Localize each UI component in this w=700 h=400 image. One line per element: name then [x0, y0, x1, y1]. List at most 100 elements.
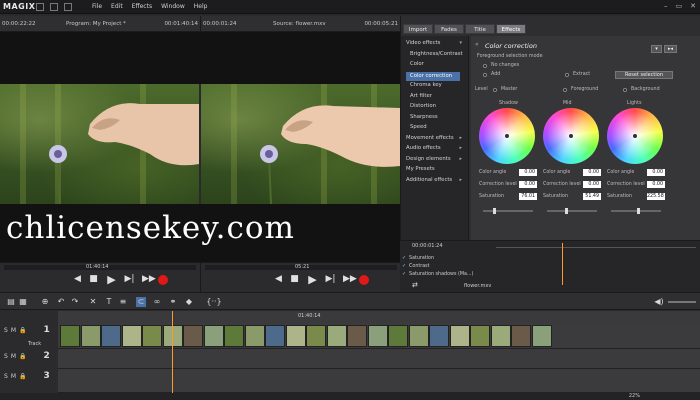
- clip-thumbnail[interactable]: [511, 325, 531, 347]
- value-field[interactable]: 51.49: [583, 193, 601, 200]
- program-video[interactable]: [0, 84, 199, 204]
- effects-item[interactable]: Audio effects: [406, 145, 441, 151]
- text-icon[interactable]: T: [104, 297, 114, 307]
- radio-extract[interactable]: [565, 73, 569, 77]
- expand-button[interactable]: ▸◂: [664, 45, 677, 53]
- clip-thumbnail[interactable]: [408, 325, 429, 347]
- clip-thumbnail[interactable]: [265, 325, 285, 347]
- source-stop-icon[interactable]: ■: [289, 274, 300, 285]
- keyframe-row[interactable]: ✓ Saturation: [402, 254, 497, 262]
- solo-button[interactable]: S: [4, 373, 8, 380]
- menu-effects[interactable]: Effects: [132, 3, 152, 10]
- keyframe-nav-icon[interactable]: ⇄: [412, 281, 418, 289]
- slider-thumb[interactable]: [493, 208, 496, 214]
- tab-title[interactable]: Title: [465, 24, 495, 34]
- clip-thumbnail[interactable]: [449, 325, 470, 347]
- clip-thumbnail[interactable]: [203, 325, 224, 347]
- value-field[interactable]: 0.00: [519, 169, 537, 176]
- tab-import[interactable]: Import: [403, 24, 433, 34]
- effects-item[interactable]: Sharpness: [410, 114, 438, 120]
- effects-item[interactable]: Color: [410, 61, 424, 67]
- effects-item[interactable]: Additional effects: [406, 177, 452, 183]
- saturation-slider[interactable]: [547, 208, 597, 214]
- effects-item[interactable]: Chroma key: [410, 82, 442, 88]
- mute-button[interactable]: M: [11, 373, 16, 380]
- value-field[interactable]: 0.00: [583, 169, 601, 176]
- effects-item[interactable]: Color correction: [406, 71, 460, 81]
- effects-item[interactable]: Design elements: [406, 156, 451, 162]
- maximize-button[interactable]: ▭: [676, 2, 683, 10]
- collapse-button[interactable]: ▾: [651, 45, 662, 53]
- saturation-slider[interactable]: [611, 208, 661, 214]
- lock-icon[interactable]: 🔒: [19, 327, 26, 334]
- clip-thumbnail[interactable]: [326, 325, 347, 347]
- clip-thumbnail[interactable]: [306, 325, 326, 347]
- clip-thumbnail[interactable]: [285, 325, 306, 347]
- effects-item[interactable]: Video effects: [406, 40, 440, 46]
- source-prev-frame-icon[interactable]: ◀: [273, 274, 284, 285]
- lock-icon[interactable]: 🔒: [19, 353, 26, 360]
- clip-thumbnail[interactable]: [60, 325, 80, 347]
- timeline-mode-icon[interactable]: ▦: [18, 297, 28, 307]
- clip-thumbnail[interactable]: [101, 325, 121, 347]
- back-arrow-icon[interactable]: «: [475, 41, 479, 48]
- link-icon[interactable]: ∞: [152, 297, 162, 307]
- color-wheel[interactable]: [479, 108, 535, 164]
- value-field[interactable]: 225.58: [647, 193, 665, 200]
- saturation-slider[interactable]: [483, 208, 533, 214]
- expand-arrow-icon[interactable]: ▾: [459, 40, 462, 46]
- menu-edit[interactable]: Edit: [111, 3, 123, 10]
- clip-thumbnail[interactable]: [347, 325, 367, 347]
- snap-icon[interactable]: ⊂: [136, 297, 146, 307]
- close-button[interactable]: ✕: [690, 2, 696, 10]
- slider-thumb[interactable]: [565, 208, 568, 214]
- slider-thumb[interactable]: [637, 208, 640, 214]
- wheel-handle[interactable]: [633, 134, 637, 138]
- track-3[interactable]: [58, 369, 700, 393]
- volume-icon[interactable]: ◀): [654, 297, 664, 307]
- effects-item[interactable]: My Presets: [406, 166, 435, 172]
- storyboard-mode-icon[interactable]: ▤: [6, 297, 16, 307]
- clip-thumbnail[interactable]: [244, 325, 265, 347]
- timeline-ruler[interactable]: 01:40:14: [58, 311, 700, 323]
- source-video[interactable]: [201, 84, 400, 204]
- value-field[interactable]: 0.00: [647, 181, 665, 188]
- cut-icon[interactable]: ≡: [118, 297, 128, 307]
- menu-window[interactable]: Window: [161, 3, 185, 10]
- mute-button[interactable]: M: [11, 353, 16, 360]
- clip-thumbnail[interactable]: [490, 325, 511, 347]
- radio-no-changes[interactable]: [483, 64, 487, 68]
- clip-thumbnail[interactable]: [142, 325, 162, 347]
- color-wheel[interactable]: [543, 108, 599, 164]
- expand-arrow-icon[interactable]: ▸: [459, 177, 462, 183]
- value-field[interactable]: 0.00: [519, 181, 537, 188]
- effects-item[interactable]: Art filter: [410, 93, 432, 99]
- value-field[interactable]: 0.00: [583, 181, 601, 188]
- marker-icon[interactable]: ◆: [184, 297, 194, 307]
- keyframe-row[interactable]: ✓ Contrast: [402, 262, 497, 270]
- keyframe-row[interactable]: ✓ Saturation shadows (Ma...): [402, 270, 497, 278]
- effects-item[interactable]: Distortion: [410, 103, 436, 109]
- mute-button[interactable]: M: [11, 327, 16, 334]
- save-project-icon[interactable]: [64, 3, 72, 11]
- track-2[interactable]: [58, 349, 700, 369]
- chain-icon[interactable]: ⚭: [168, 297, 178, 307]
- menu-help[interactable]: Help: [194, 3, 208, 10]
- clip-thumbnail[interactable]: [429, 325, 449, 347]
- clip-thumbnail[interactable]: [183, 325, 203, 347]
- record-button[interactable]: [158, 275, 169, 286]
- effects-item[interactable]: Movement effects: [406, 135, 454, 141]
- effects-item[interactable]: Speed: [410, 124, 427, 130]
- expand-arrow-icon[interactable]: ▸: [459, 156, 462, 162]
- value-field[interactable]: 0.00: [647, 169, 665, 176]
- source-next-frame-icon[interactable]: ▶|: [325, 274, 336, 285]
- effects-item[interactable]: Brightness/Contrast: [410, 51, 463, 57]
- menu-file[interactable]: File: [92, 3, 102, 10]
- source-record-button[interactable]: [359, 275, 370, 286]
- delete-icon[interactable]: ✕: [88, 297, 98, 307]
- reset-selection-button[interactable]: Reset selection: [615, 71, 673, 79]
- wheel-handle[interactable]: [569, 134, 573, 138]
- undo-icon[interactable]: ↶: [56, 297, 66, 307]
- open-project-icon[interactable]: [50, 3, 58, 11]
- mouse-mode-icon[interactable]: ⊕: [40, 297, 50, 307]
